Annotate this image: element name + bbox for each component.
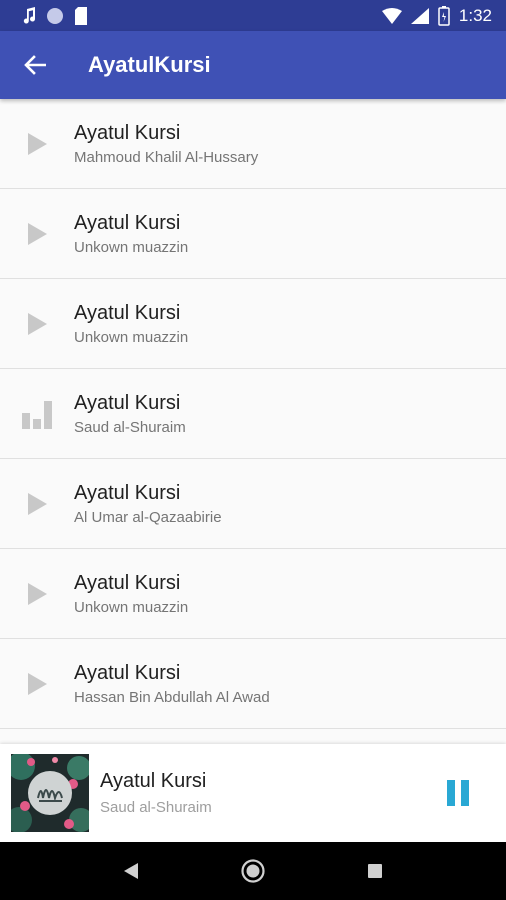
arrow-left-icon [24, 55, 46, 75]
track-reciter: Unkown muazzin [74, 598, 189, 616]
recents-square-icon [368, 864, 382, 878]
list-item[interactable]: Ayatul Kursi Unkown muazzin [0, 189, 506, 279]
track-reciter: Hassan Bin Abdullah Al Awad [74, 688, 270, 706]
status-time: 1:32 [458, 5, 492, 25]
track-title: Ayatul Kursi [74, 481, 181, 504]
track-title: Ayatul Kursi [74, 391, 181, 414]
track-title: Ayatul Kursi [74, 571, 181, 594]
wifi-icon [381, 7, 402, 24]
equalizer-icon[interactable] [0, 369, 74, 459]
back-button[interactable] [0, 31, 70, 99]
page-title: AyatulKursi [88, 52, 211, 77]
music-note-icon [23, 6, 36, 23]
list-item[interactable]: Ayatul Kursi Hassan Bin Abdullah Al Awad [0, 639, 506, 729]
nav-recents-button[interactable] [355, 851, 395, 891]
track-reciter: Al Umar al-Qazaabirie [74, 508, 222, 526]
back-triangle-icon [124, 863, 138, 879]
sd-card-icon [75, 6, 87, 25]
track-list[interactable]: Ayatul Kursi Mahmoud Khalil Al-Hussary A… [0, 99, 506, 744]
play-icon[interactable] [0, 459, 74, 549]
track-title: Ayatul Kursi [74, 121, 181, 144]
album-art [11, 754, 89, 832]
track-reciter: Saud al-Shuraim [74, 418, 186, 436]
list-item[interactable]: Ayatul Kursi Unkown muazzin [0, 549, 506, 639]
nav-back-button[interactable] [111, 851, 151, 891]
status-left-icons [22, 6, 88, 25]
system-nav-bar [0, 842, 506, 900]
status-bar: 1:32 [0, 0, 506, 31]
circle-icon [47, 7, 63, 24]
list-item[interactable]: Ayatul Kursi Unkown muazzin [0, 279, 506, 369]
list-item[interactable]: Ayatul Kursi Al Umar al-Qazaabirie [0, 459, 506, 549]
track-reciter: Unkown muazzin [74, 328, 189, 346]
now-playing-title: Ayatul Kursi [100, 770, 207, 792]
now-playing-reciter: Saud al-Shuraim [100, 799, 212, 816]
play-icon[interactable] [0, 99, 74, 189]
play-icon[interactable] [0, 639, 74, 729]
track-title: Ayatul Kursi [74, 661, 181, 684]
track-reciter: Mahmoud Khalil Al-Hussary [74, 148, 259, 166]
app-bar: AyatulKursi [0, 31, 506, 99]
track-reciter: Unkown muazzin [74, 238, 189, 256]
track-title: Ayatul Kursi [74, 301, 181, 324]
status-right-icons: 1:32 [381, 5, 492, 26]
signal-icon [410, 7, 429, 24]
nav-home-button[interactable] [233, 851, 273, 891]
play-icon[interactable] [0, 549, 74, 639]
track-title: Ayatul Kursi [74, 211, 181, 234]
pause-button[interactable] [436, 771, 480, 815]
home-circle-icon [241, 859, 265, 883]
list-item[interactable]: Ayatul Kursi Saud al-Shuraim [0, 369, 506, 459]
now-playing-bar[interactable]: Ayatul Kursi Saud al-Shuraim [0, 744, 506, 842]
play-icon[interactable] [0, 189, 74, 279]
pause-icon [447, 780, 469, 806]
battery-icon [438, 5, 450, 26]
play-icon[interactable] [0, 279, 74, 369]
list-item[interactable]: Ayatul Kursi Mahmoud Khalil Al-Hussary [0, 99, 506, 189]
